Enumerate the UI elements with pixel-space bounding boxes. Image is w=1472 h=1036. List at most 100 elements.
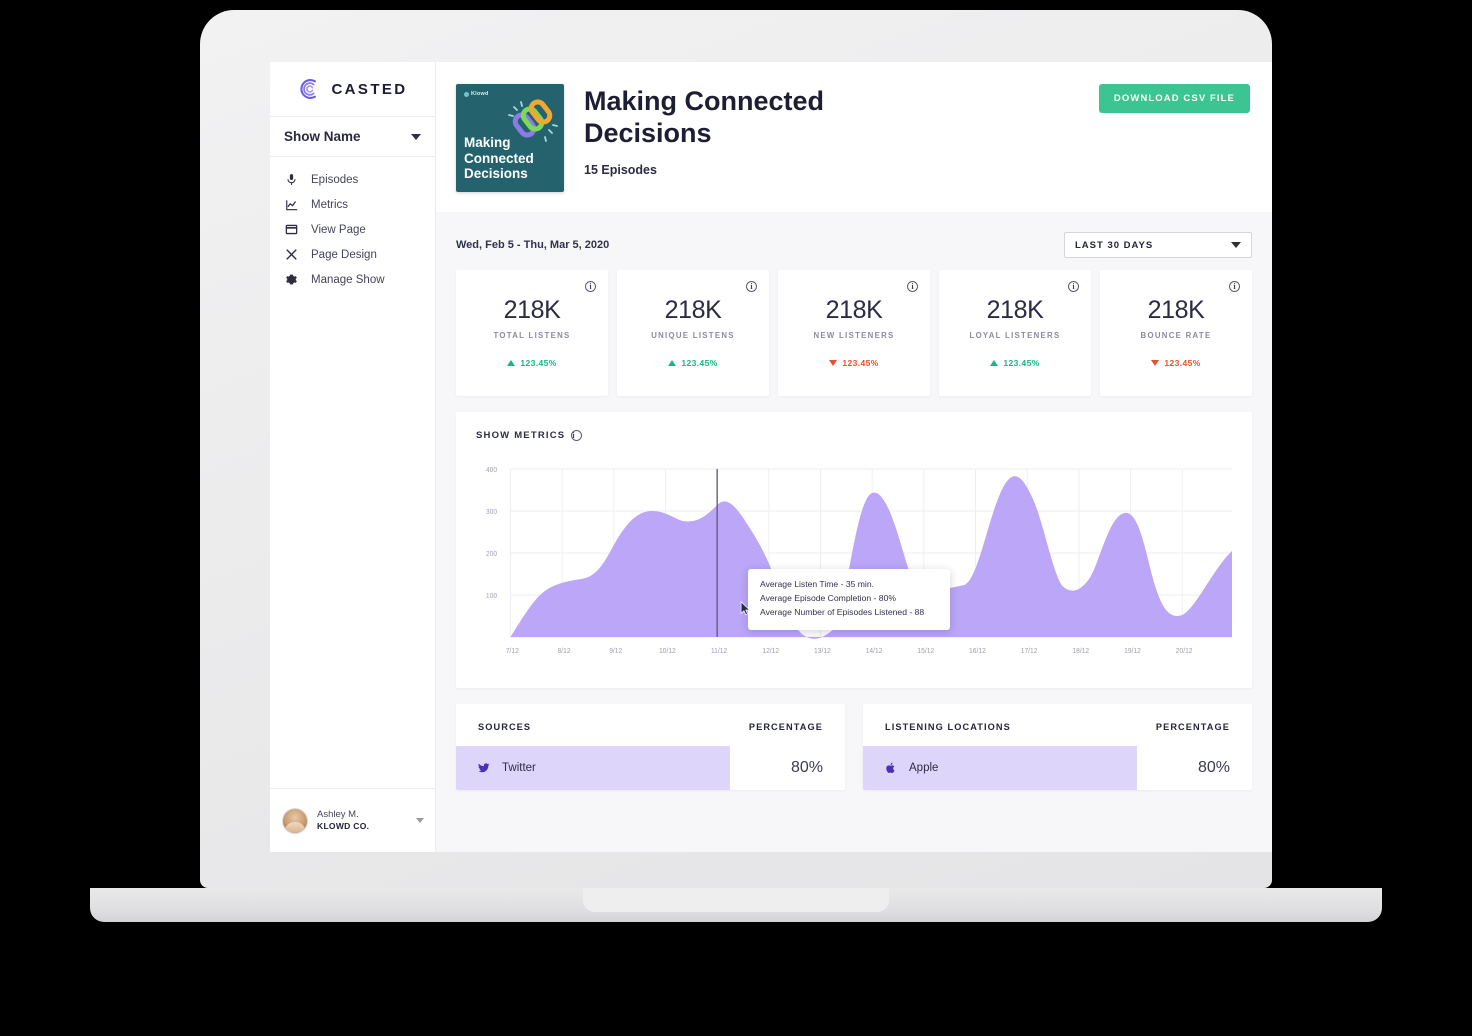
triangle-down-icon (1151, 360, 1160, 366)
sidebar-item-episodes[interactable]: Episodes (270, 167, 435, 192)
svg-text:20/12: 20/12 (1176, 648, 1193, 655)
show-name-dropdown[interactable]: Show Name (270, 117, 435, 157)
sidebar: CASTED Show Name Episodes Metrics View P… (270, 62, 436, 852)
page-header: Klowd Making Connected Decisions Making … (436, 62, 1272, 212)
svg-text:13/12: 13/12 (814, 648, 831, 655)
podcast-cover-art: Klowd Making Connected Decisions (456, 84, 564, 192)
cover-brand: Klowd (464, 91, 489, 97)
info-icon[interactable]: i (1068, 281, 1079, 292)
svg-text:17/12: 17/12 (1021, 648, 1038, 655)
svg-text:8/12: 8/12 (558, 648, 571, 655)
download-csv-button[interactable]: DOWNLOAD CSV FILE (1098, 84, 1250, 113)
svg-text:14/12: 14/12 (866, 648, 883, 655)
sidebar-item-label: Page Design (311, 248, 377, 261)
dashboard-body: Wed, Feb 5 - Thu, Mar 5, 2020 LAST 30 DA… (436, 212, 1272, 790)
stat-delta-value: 123.45% (842, 358, 879, 368)
column-header-name: SOURCES (478, 722, 532, 732)
cover-title: Making Connected Decisions (464, 135, 534, 182)
scissors-icon (284, 247, 299, 262)
brand-logo[interactable]: CASTED (270, 62, 435, 117)
info-icon[interactable]: i (1229, 281, 1240, 292)
title-block: Making Connected Decisions 15 Episodes (584, 84, 914, 177)
info-icon[interactable]: i (585, 281, 596, 292)
chart-svg: 400 300 200 100 7/12 8/12 9/12 10/12 11/… (486, 467, 1232, 655)
info-icon[interactable]: i (571, 430, 583, 441)
stat-delta-value: 123.45% (520, 358, 557, 368)
app-screen: CASTED Show Name Episodes Metrics View P… (270, 62, 1272, 852)
sidebar-item-label: Manage Show (311, 273, 385, 286)
triangle-up-icon (990, 360, 999, 366)
svg-text:12/12: 12/12 (762, 648, 779, 655)
svg-text:300: 300 (486, 509, 497, 516)
table-header: LISTENING LOCATIONS PERCENTAGE (863, 722, 1252, 746)
chevron-down-icon (411, 133, 421, 140)
triangle-up-icon (668, 360, 677, 366)
cover-title-line: Connected (464, 150, 534, 166)
chevron-down-icon[interactable] (416, 818, 424, 823)
stat-card-new-listeners: i 218K NEW LISTENERS 123.45% (778, 270, 930, 396)
row-label: Apple (909, 762, 939, 774)
user-profile[interactable]: Ashley M. KLOWD CO. (270, 788, 436, 852)
svg-text:200: 200 (486, 551, 497, 558)
table-row[interactable]: Twitter 80% (456, 746, 845, 790)
table-row[interactable]: Apple 80% (863, 746, 1252, 790)
row-label: Twitter (502, 762, 536, 774)
info-icon[interactable]: i (746, 281, 757, 292)
tooltip-line: Average Episode Completion - 80% (760, 592, 896, 603)
stat-delta: 123.45% (778, 358, 930, 368)
stat-delta: 123.45% (1100, 358, 1252, 368)
date-range-select[interactable]: LAST 30 DAYS (1064, 232, 1252, 258)
cover-title-line: Decisions (464, 166, 528, 182)
stat-delta: 123.45% (617, 358, 769, 368)
chart-tooltip: Average Listen Time - 35 min. Average Ep… (748, 569, 950, 630)
column-header-percentage: PERCENTAGE (748, 722, 823, 732)
stat-label: BOUNCE RATE (1140, 331, 1212, 340)
stat-value: 218K (503, 296, 561, 324)
klowd-dot-icon (464, 91, 469, 97)
info-icon[interactable]: i (907, 281, 918, 292)
sidebar-item-manage-show[interactable]: Manage Show (270, 267, 435, 292)
chevron-down-icon (1231, 242, 1241, 248)
cover-title-line: Making (464, 135, 511, 151)
stat-value: 218K (1147, 296, 1205, 324)
column-header-percentage: PERCENTAGE (1155, 722, 1230, 732)
stat-label: TOTAL LISTENS (493, 331, 571, 340)
show-metrics-panel: SHOW METRICS i 400 300 200 100 7/12 8/12… (456, 412, 1252, 688)
tooltip-line: Average Listen Time - 35 min. (760, 579, 875, 589)
brand-name: CASTED (331, 80, 408, 98)
chart-x-ticks: 7/12 8/12 9/12 10/12 11/12 12/12 13/12 1… (506, 648, 1193, 655)
avatar (282, 807, 308, 834)
sidebar-item-view-page[interactable]: View Page (270, 217, 435, 242)
window-icon (284, 222, 299, 237)
svg-text:400: 400 (486, 467, 497, 474)
cover-brand-label: Klowd (471, 91, 489, 97)
metrics-area-chart[interactable]: 400 300 200 100 7/12 8/12 9/12 10/12 11/… (476, 459, 1232, 674)
tooltip-line: Average Number of Episodes Listened - 88 (760, 606, 925, 617)
stat-label: NEW LISTENERS (813, 331, 895, 340)
stat-delta: 123.45% (456, 358, 608, 368)
triangle-up-icon (507, 360, 516, 366)
stat-value: 218K (664, 296, 722, 324)
stat-card-total-listens: i 218K TOTAL LISTENS 123.45% (456, 270, 608, 396)
row-percentage: 80% (1197, 759, 1230, 776)
sources-table: SOURCES PERCENTAGE Twitter 80% (456, 704, 845, 790)
main-content: Klowd Making Connected Decisions Making … (436, 62, 1272, 852)
show-name-label: Show Name (284, 129, 361, 144)
svg-text:9/12: 9/12 (609, 648, 622, 655)
listening-locations-table: LISTENING LOCATIONS PERCENTAGE Apple 80% (863, 704, 1252, 790)
user-org: KLOWD CO. (317, 821, 370, 832)
screenshot-stage: CASTED Show Name Episodes Metrics View P… (0, 0, 1472, 1036)
date-range-select-value: LAST 30 DAYS (1075, 239, 1154, 251)
svg-text:7/12: 7/12 (506, 648, 519, 655)
sidebar-item-label: Metrics (311, 198, 349, 211)
triangle-down-icon (829, 360, 838, 366)
sidebar-item-metrics[interactable]: Metrics (270, 192, 435, 217)
sidebar-item-label: Episodes (311, 173, 359, 186)
svg-text:100: 100 (486, 593, 497, 600)
stat-label: LOYAL LISTENERS (969, 331, 1061, 340)
svg-text:15/12: 15/12 (917, 648, 934, 655)
apple-icon (885, 762, 897, 774)
user-name: Ashley M. (317, 809, 359, 821)
sidebar-item-page-design[interactable]: Page Design (270, 242, 435, 267)
casted-swirl-icon (297, 76, 323, 102)
